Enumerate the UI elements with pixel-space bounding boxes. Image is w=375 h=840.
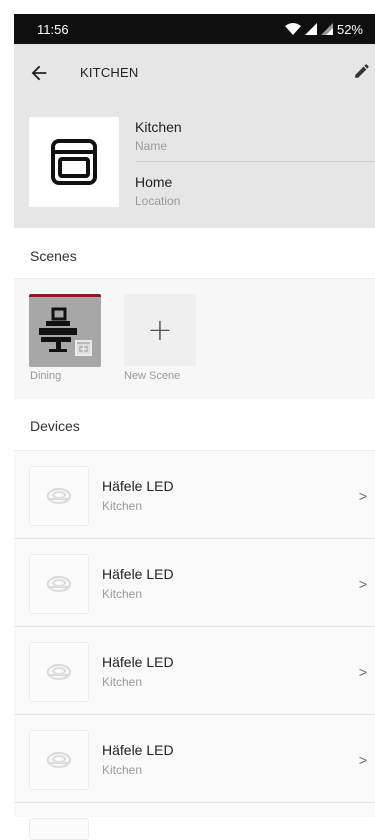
status-icons: 52% [284,21,363,37]
device-name: Häfele LED [102,654,174,670]
new-scene-button[interactable]: + [124,294,196,366]
cell-signal-icon [304,23,317,35]
room-location-label: Location [135,194,181,208]
bulb-icon [47,664,71,680]
room-icon-card[interactable] [29,117,119,207]
chevron-right-icon: > [358,576,367,592]
scene-label-new: New Scene [124,370,181,382]
device-room: Kitchen [102,499,143,513]
device-row[interactable]: Häfele LED Kitchen > [14,627,375,714]
device-room: Kitchen [102,763,143,777]
device-icon-box [29,466,89,526]
scenes-list: Dining + New Scene [14,279,375,399]
status-bar: 11:56 52% [14,14,375,44]
chevron-right-icon: > [358,752,367,768]
room-name-field[interactable]: Kitchen Name [135,119,182,153]
room-location-field[interactable]: Home Location [135,174,180,208]
battery-text: 52% [336,21,363,37]
scenes-heading: Scenes [30,248,77,264]
back-arrow-icon[interactable] [28,62,50,84]
wifi-icon [284,23,301,35]
room-name-value: Kitchen [135,119,182,135]
field-divider [135,161,375,162]
bulb-icon [47,752,71,768]
device-name: Häfele LED [102,478,174,494]
cell-signal-icon-2 [320,23,333,35]
device-row-partial[interactable] [14,803,375,840]
device-room: Kitchen [102,587,143,601]
app-bar: KITCHEN [14,44,375,100]
chevron-right-icon: > [358,664,367,680]
device-icon-box [29,554,89,614]
device-row[interactable]: Häfele LED Kitchen > [14,451,375,538]
page-title: KITCHEN [80,65,139,80]
room-name-label: Name [135,139,168,153]
device-icon-box [29,642,89,702]
room-header: KITCHEN Kitchen Name Home Location [14,44,375,228]
oven-icon [51,139,97,185]
device-room: Kitchen [102,675,143,689]
device-name: Häfele LED [102,566,174,582]
bulb-icon [47,488,71,504]
device-row[interactable]: Häfele LED Kitchen > [14,539,375,626]
device-name: Häfele LED [102,742,174,758]
device-icon-box [29,818,89,840]
device-icon-box [29,730,89,790]
plus-icon: + [147,312,173,348]
edit-pencil-icon[interactable] [353,62,371,80]
devices-heading: Devices [30,418,80,434]
scene-tile-dining[interactable] [29,294,101,367]
chevron-right-icon: > [358,488,367,504]
status-time: 11:56 [37,21,69,37]
bulb-icon [47,576,71,592]
dining-table-icon [39,307,92,356]
device-row[interactable]: Häfele LED Kitchen > [14,715,375,802]
room-location-value: Home [135,174,173,190]
scene-label-dining: Dining [30,370,62,382]
